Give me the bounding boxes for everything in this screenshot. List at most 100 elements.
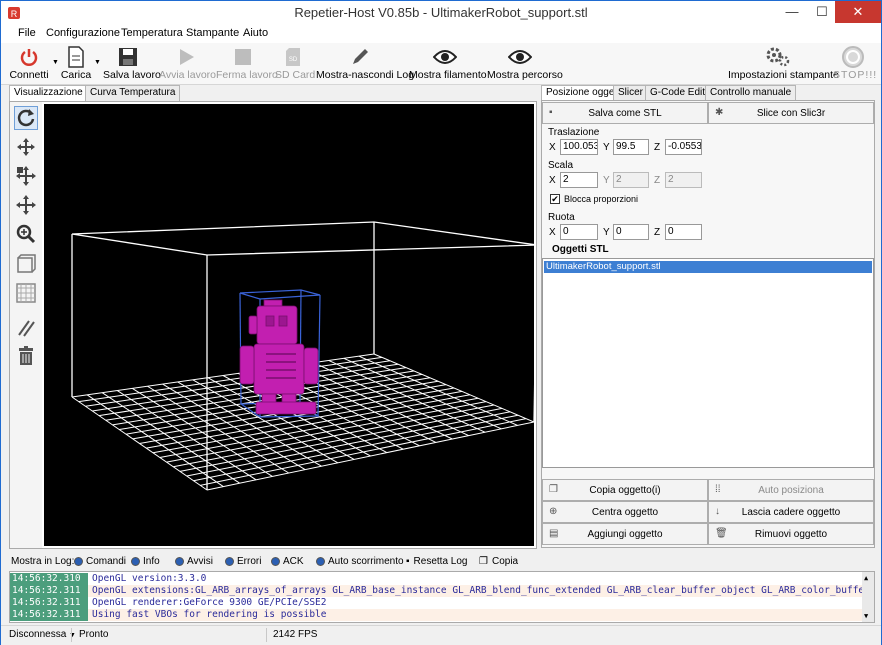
view-toolbar (10, 102, 42, 548)
trash-icon: 🗑 (715, 528, 728, 539)
scroll-down-icon[interactable]: ▼ (864, 612, 868, 620)
tab-slicer[interactable]: Slicer (613, 85, 649, 101)
parallel-lines-icon (18, 320, 35, 337)
object-placement-pane: ▪ Salva come STL ✱ Slice con Slic3r Tras… (541, 100, 875, 548)
drop-object-button[interactable]: ↓ Lascia cadere oggetto (708, 501, 874, 523)
arrow-down-icon: ↓ (715, 506, 720, 517)
menu-aiuto[interactable]: Aiuto (243, 27, 268, 39)
tab-manual-control[interactable]: Controllo manuale (705, 85, 797, 101)
save-job-button[interactable]: Salva lavoro (103, 45, 161, 83)
connect-button[interactable]: Connetti (9, 45, 49, 83)
axis-z-label: Z (654, 227, 661, 238)
translation-z-input[interactable]: -0.05539 (665, 139, 702, 155)
file-icon (68, 46, 84, 68)
trash-icon (19, 346, 33, 365)
minimize-button[interactable]: — (777, 1, 807, 23)
gears-icon (766, 47, 790, 67)
copy-object-button[interactable]: ❐ Copia oggetto(i) (542, 479, 708, 501)
zoom-button[interactable] (14, 222, 38, 246)
maximize-button[interactable]: ☐ (807, 1, 837, 23)
rotate-view-button[interactable] (14, 106, 38, 130)
log-option-ack[interactable]: ACK (271, 556, 304, 567)
move-view-button[interactable] (14, 135, 38, 159)
rotate-icon (17, 109, 35, 127)
center-object-button[interactable]: ⊕ Centra oggetto (542, 501, 708, 523)
load-dropdown-icon[interactable]: ▼ (94, 59, 101, 66)
window-title: Repetier-Host V0.85b - UltimakerRobot_su… (294, 5, 588, 20)
tab-temperature-curve[interactable]: Curva Temperatura (85, 85, 181, 101)
delete-button[interactable] (14, 344, 38, 368)
status-separator (266, 628, 267, 642)
menu-file[interactable]: File (18, 27, 36, 39)
sd-card-button[interactable]: SD SD Card (275, 45, 315, 83)
translation-y-input[interactable]: 99.5 (613, 139, 649, 155)
3d-viewport[interactable] (44, 104, 538, 546)
menu-stampante[interactable]: Stampante (186, 27, 239, 39)
radio-icon (74, 557, 83, 566)
start-job-button[interactable]: Avvia lavoro (159, 45, 216, 83)
document-icon: ▤ (549, 528, 559, 539)
menu-configurazione[interactable]: Configurazione (46, 27, 120, 39)
eye-icon (433, 50, 457, 64)
connection-status-dropdown[interactable]: Disconnessa ▼ (9, 629, 76, 640)
auto-position-button[interactable]: ⁞⁞ Auto posiziona (708, 479, 874, 501)
lock-proportions-checkbox[interactable]: ✔ (550, 194, 560, 204)
pencil-icon (353, 49, 368, 64)
save-as-stl-button[interactable]: ▪ Salva come STL (542, 102, 708, 124)
main-toolbar: Connetti ▼ Carica ▼ Salva lavoro Avvia l… (1, 43, 881, 85)
status-bar: Disconnessa ▼ Pronto 2142 FPS (1, 625, 881, 645)
emergency-stop-button[interactable]: STOP!!! (833, 45, 876, 83)
copy-icon: ❐ (479, 556, 488, 567)
stop-icon (235, 49, 251, 65)
log-scrollbar[interactable]: ▲ ▼ (862, 572, 874, 622)
show-log-button[interactable]: Mostra-nascondi Log (316, 45, 414, 83)
log-option-errors[interactable]: Errori (225, 556, 261, 567)
svg-text:SD: SD (289, 57, 298, 63)
move-view-alt-button[interactable] (14, 193, 38, 217)
gear-icon: ✱ (715, 107, 724, 118)
app-window: R Repetier-Host V0.85b - UltimakerRobot_… (0, 0, 882, 645)
title-bar: R Repetier-Host V0.85b - UltimakerRobot_… (1, 1, 881, 25)
eye-icon (508, 50, 532, 64)
iso-view-button[interactable] (14, 252, 38, 276)
scroll-up-icon[interactable]: ▲ (864, 574, 868, 582)
stop-job-button[interactable]: Ferma lavoro (216, 45, 278, 83)
top-view-button[interactable] (14, 281, 38, 305)
axis-x-label: X (549, 175, 556, 186)
target-icon: ⊕ (549, 506, 558, 517)
rotate-z-input[interactable]: 0 (665, 224, 702, 240)
connect-dropdown-icon[interactable]: ▼ (52, 59, 59, 66)
remove-object-button[interactable]: 🗑 Rimuovi oggetto (708, 523, 874, 545)
close-button[interactable]: ✕ (835, 1, 881, 23)
reset-log-button[interactable]: ▪ Resetta Log (406, 556, 467, 567)
translation-x-input[interactable]: 100.0536 (560, 139, 598, 155)
load-button[interactable]: Carica (59, 45, 93, 83)
log-option-autoscroll[interactable]: Auto scorrimento (316, 556, 404, 567)
log-option-info[interactable]: Info (131, 556, 160, 567)
copy-log-button[interactable]: ❐ Copia (479, 556, 518, 567)
slice-button[interactable]: ✱ Slice con Slic3r (708, 102, 874, 124)
stl-object-list[interactable]: UltimakerRobot_support.stl (542, 258, 874, 468)
printer-settings-button[interactable]: Impostazioni stampante (728, 45, 839, 83)
log-area[interactable]: 14:56:32.310 OpenGL version:3.3.0 14:56:3… (9, 571, 875, 623)
rotate-y-input[interactable]: 0 (613, 224, 649, 240)
log-row: 14:56:32.311 OpenGL extensions:GL_ARB_arr… (10, 585, 862, 597)
radio-icon (316, 557, 325, 566)
move-alt-icon (16, 195, 36, 215)
status-text: Pronto (79, 629, 109, 640)
show-in-log-label: Mostra in Log: (11, 556, 75, 567)
list-item[interactable]: UltimakerRobot_support.stl (544, 261, 872, 273)
menu-temperatura[interactable]: Temperatura (121, 27, 183, 39)
log-option-commands[interactable]: Comandi (74, 556, 126, 567)
add-object-button[interactable]: ▤ Aggiungi oggetto (542, 523, 708, 545)
parallel-projection-button[interactable] (14, 316, 38, 340)
3d-scene (71, 221, 538, 491)
log-option-warnings[interactable]: Avvisi (175, 556, 213, 567)
axis-z-label: Z (654, 142, 661, 153)
scale-x-input[interactable]: 2 (560, 172, 598, 188)
show-path-button[interactable]: Mostra percorso (487, 45, 563, 83)
move-object-button[interactable] (14, 164, 38, 188)
log-row: 14:56:32.311 Using fast VBOs for renderin… (10, 609, 862, 621)
rotate-x-input[interactable]: 0 (560, 224, 598, 240)
show-filament-button[interactable]: Mostra filamento (409, 45, 487, 83)
